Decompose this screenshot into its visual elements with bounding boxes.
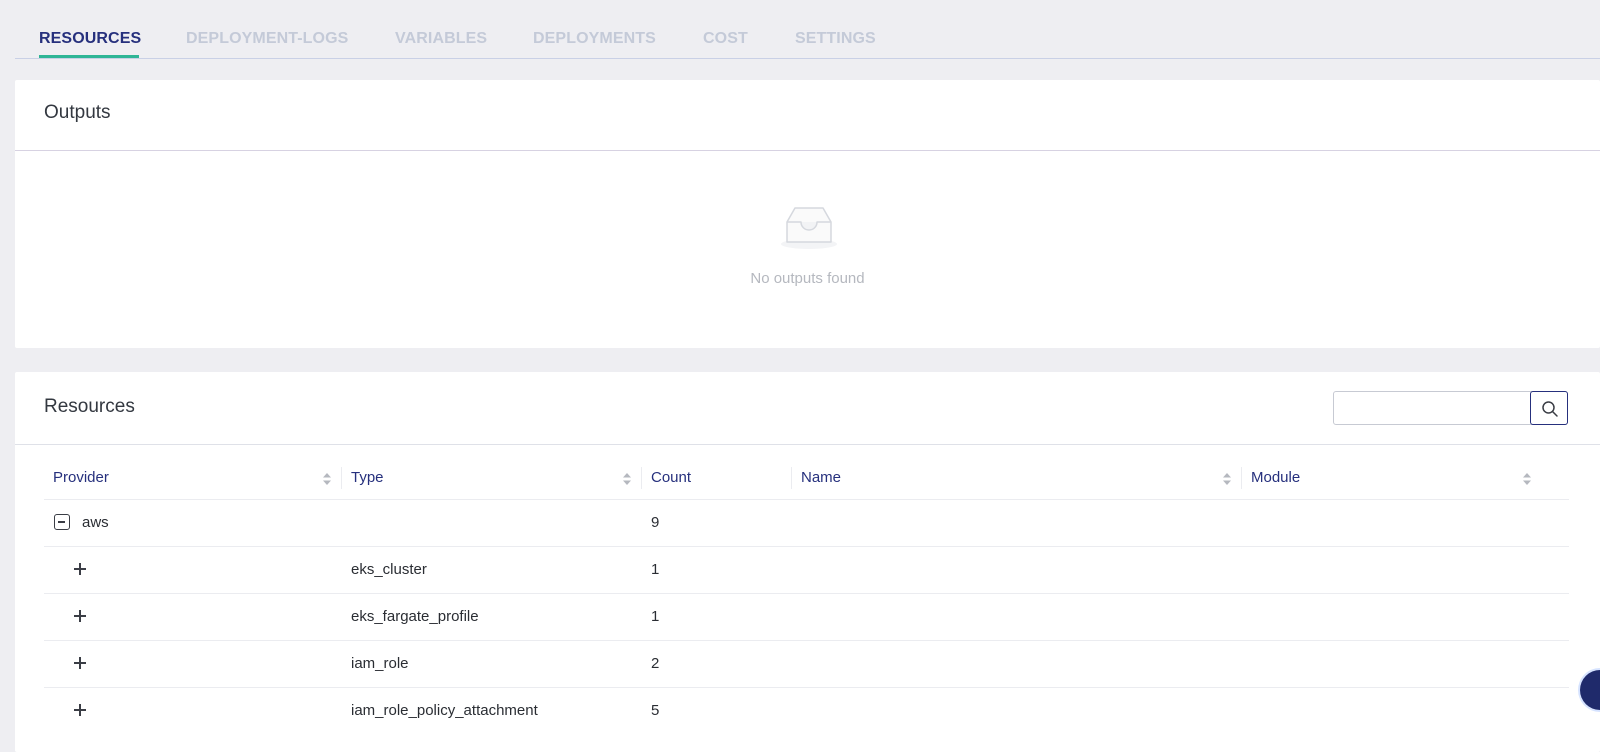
sort-icon xyxy=(323,473,331,485)
column-label: Name xyxy=(801,469,842,486)
provider-cell: aws xyxy=(82,514,109,531)
sort-icon xyxy=(623,473,631,485)
type-cell: eks_cluster xyxy=(351,561,427,578)
column-header-name[interactable]: Name xyxy=(792,457,1242,499)
column-label: Provider xyxy=(53,469,109,486)
sort-icon xyxy=(1523,473,1531,485)
column-header-module[interactable]: Module xyxy=(1242,457,1542,499)
count-cell: 5 xyxy=(651,702,660,719)
outputs-card: Outputs No outputs found xyxy=(15,80,1600,348)
tab-bar: RESOURCES DEPLOYMENT-LOGS VARIABLES DEPL… xyxy=(15,0,1600,59)
count-cell: 9 xyxy=(651,514,660,531)
table-row: eks_cluster 1 xyxy=(44,547,1569,594)
expand-plus-icon[interactable] xyxy=(73,562,87,576)
column-header-count: Count xyxy=(642,457,792,499)
table-row-group: aws 9 xyxy=(44,500,1569,547)
expand-plus-icon[interactable] xyxy=(73,703,87,717)
resource-search xyxy=(1333,391,1568,425)
tab-resources[interactable]: RESOURCES xyxy=(39,30,141,48)
table-header: Provider Type Count Name Module xyxy=(44,457,1569,500)
expand-plus-icon[interactable] xyxy=(73,609,87,623)
search-input[interactable] xyxy=(1334,392,1530,424)
resources-divider xyxy=(15,444,1600,445)
table-row: iam_role 2 xyxy=(44,641,1569,688)
table-row: iam_role_policy_attachment 5 xyxy=(44,688,1569,734)
search-button[interactable] xyxy=(1530,391,1568,425)
tab-settings[interactable]: SETTINGS xyxy=(795,30,876,48)
collapse-minus-icon[interactable] xyxy=(54,514,70,530)
outputs-divider xyxy=(15,150,1600,151)
resources-title: Resources xyxy=(44,396,135,417)
table-row: eks_fargate_profile 1 xyxy=(44,594,1569,641)
tab-deployments[interactable]: DEPLOYMENTS xyxy=(533,30,656,48)
resources-table: Provider Type Count Name Module aws 9 ek… xyxy=(44,457,1569,734)
type-cell: iam_role_policy_attachment xyxy=(351,702,538,719)
column-header-type[interactable]: Type xyxy=(342,457,642,499)
column-label: Type xyxy=(351,469,384,486)
resources-card: Resources Provider Type Count Name Modul… xyxy=(15,372,1600,752)
column-label: Count xyxy=(651,469,692,486)
column-label: Module xyxy=(1251,469,1301,486)
type-cell: iam_role xyxy=(351,655,409,672)
column-header-provider[interactable]: Provider xyxy=(44,457,342,499)
tab-deployment-logs[interactable]: DEPLOYMENT-LOGS xyxy=(186,30,348,48)
tab-variables[interactable]: VARIABLES xyxy=(395,30,487,48)
count-cell: 1 xyxy=(651,561,660,578)
active-tab-indicator xyxy=(39,55,139,58)
tab-cost[interactable]: COST xyxy=(703,30,748,48)
outputs-title: Outputs xyxy=(44,102,111,123)
expand-plus-icon[interactable] xyxy=(73,656,87,670)
sort-icon xyxy=(1223,473,1231,485)
search-icon xyxy=(1542,401,1558,417)
count-cell: 2 xyxy=(651,655,660,672)
inbox-icon xyxy=(781,207,837,249)
count-cell: 1 xyxy=(651,608,660,625)
no-outputs-message: No outputs found xyxy=(750,270,865,287)
type-cell: eks_fargate_profile xyxy=(351,608,479,625)
